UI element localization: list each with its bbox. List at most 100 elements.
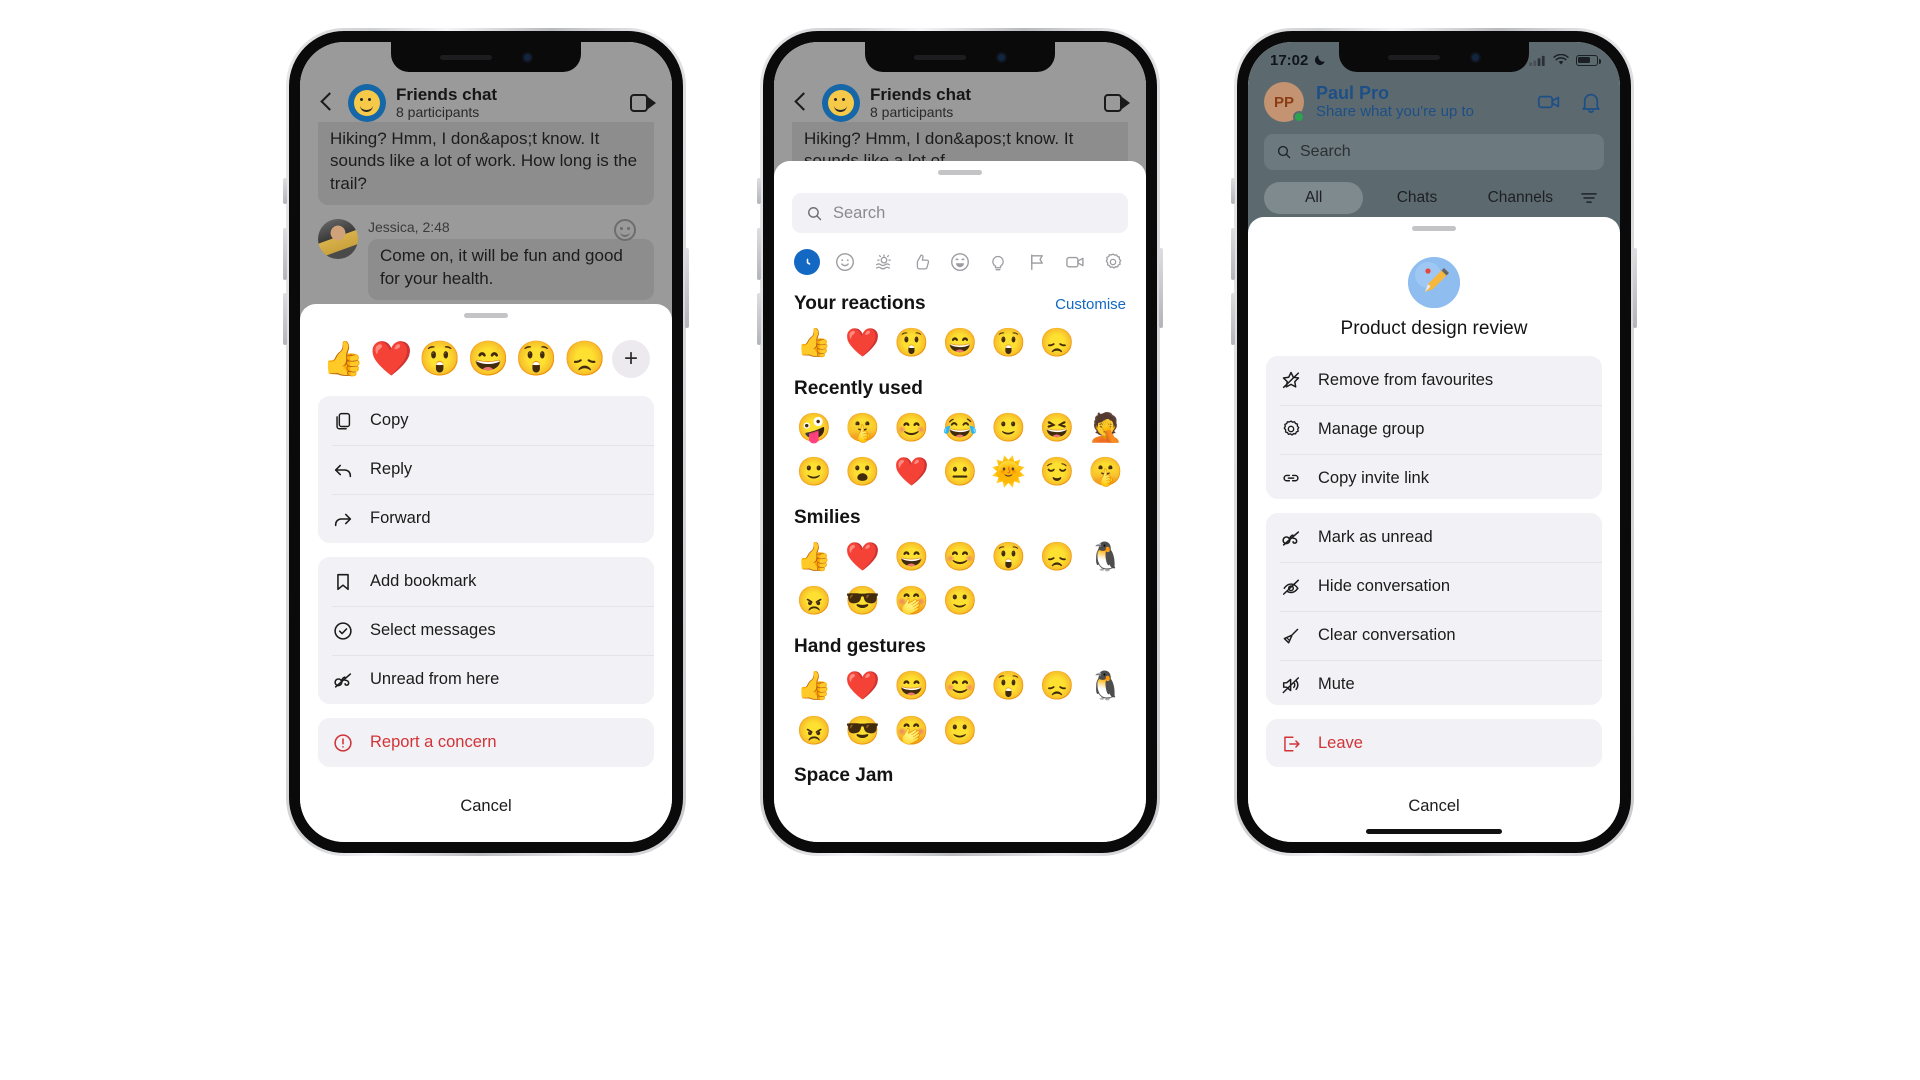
menu-item-remove-from-favourites[interactable]: Remove from favourites: [1266, 355, 1602, 405]
emoji-cell[interactable]: 👍: [790, 323, 839, 364]
emoji-cell[interactable]: 🤭: [887, 711, 936, 752]
emoji-cell[interactable]: ❤️: [839, 537, 888, 578]
emoji-cell[interactable]: 😠: [790, 711, 839, 752]
menu-item-add-bookmark[interactable]: Add bookmark: [318, 557, 654, 606]
menu-item-leave[interactable]: Leave: [1266, 719, 1602, 767]
emoji-cell[interactable]: 😎: [839, 581, 888, 622]
mute-switch[interactable]: [283, 178, 287, 204]
reaction-thumbs-up-icon[interactable]: 👍: [322, 342, 364, 376]
volume-up-button[interactable]: [283, 228, 287, 280]
emoji-cell[interactable]: 😊: [887, 408, 936, 449]
bell-icon[interactable]: [1578, 89, 1604, 115]
menu-item-clear-conversation[interactable]: Clear conversation: [1266, 611, 1602, 661]
emoji-cell[interactable]: 🤪: [790, 408, 839, 449]
emoji-cell[interactable]: 🙂: [790, 452, 839, 493]
filter-icon[interactable]: [1574, 188, 1604, 208]
category-video-camera-icon[interactable]: [1062, 249, 1088, 275]
menu-item-manage-group[interactable]: Manage group: [1266, 404, 1602, 454]
category-thumbs-up-icon[interactable]: [909, 249, 935, 275]
emoji-cell[interactable]: 👍: [790, 537, 839, 578]
emoji-cell[interactable]: 😊: [936, 537, 985, 578]
emoji-cell[interactable]: 😆: [1033, 408, 1082, 449]
emoji-cell[interactable]: 😞: [1033, 537, 1082, 578]
reaction-heart-icon[interactable]: ❤️: [370, 342, 412, 376]
emoji-cell[interactable]: 😄: [936, 323, 985, 364]
menu-item-select-messages[interactable]: Select messages: [318, 606, 654, 655]
add-reaction-button[interactable]: +: [611, 340, 650, 378]
category-nature-sunset-icon[interactable]: [871, 249, 897, 275]
power-button[interactable]: [1633, 248, 1637, 328]
menu-item-reply[interactable]: Reply: [318, 445, 654, 494]
customise-link[interactable]: Customise: [1055, 296, 1126, 313]
search-input[interactable]: Search: [1264, 134, 1604, 170]
menu-item-report-a-concern[interactable]: Report a concern: [318, 718, 654, 767]
emoji-cell[interactable]: 🐧: [1081, 537, 1130, 578]
reaction-shocked-icon[interactable]: 😲: [515, 342, 557, 376]
tab-chats[interactable]: Chats: [1367, 182, 1466, 214]
emoji-cell[interactable]: 😎: [839, 711, 888, 752]
menu-item-hide-conversation[interactable]: Hide conversation: [1266, 562, 1602, 612]
emoji-cell[interactable]: ❤️: [839, 666, 888, 707]
sheet-grabber[interactable]: [1412, 226, 1456, 231]
emoji-cell[interactable]: 😲: [887, 323, 936, 364]
chevron-left-icon[interactable]: [316, 92, 338, 114]
menu-item-mark-as-unread[interactable]: Mark as unread: [1266, 513, 1602, 563]
emoji-cell[interactable]: 👍: [790, 666, 839, 707]
emoji-cell[interactable]: 🙂: [984, 408, 1033, 449]
volume-down-button[interactable]: [1231, 293, 1235, 345]
emoji-cell[interactable]: 😲: [984, 323, 1033, 364]
category-flag-icon[interactable]: [1024, 249, 1050, 275]
volume-down-button[interactable]: [757, 293, 761, 345]
menu-item-copy[interactable]: Copy: [318, 396, 654, 445]
emoji-cell[interactable]: 😲: [984, 537, 1033, 578]
emoji-cell[interactable]: 🙂: [936, 581, 985, 622]
avatar[interactable]: PP: [1264, 82, 1305, 123]
mute-switch[interactable]: [1231, 178, 1235, 204]
reaction-surprised-icon[interactable]: 😲: [419, 342, 461, 376]
mute-switch[interactable]: [757, 178, 761, 204]
tab-all[interactable]: All: [1264, 182, 1364, 214]
emoji-cell[interactable]: 😞: [1033, 666, 1082, 707]
power-button[interactable]: [1159, 248, 1163, 328]
emoji-cell[interactable]: 🌞: [984, 452, 1033, 493]
emoji-cell[interactable]: 😂: [936, 408, 985, 449]
volume-up-button[interactable]: [757, 228, 761, 280]
emoji-cell[interactable]: 🤫: [839, 408, 888, 449]
menu-item-mute[interactable]: Mute: [1266, 660, 1602, 706]
emoji-cell[interactable]: 😲: [984, 666, 1033, 707]
emoji-cell[interactable]: 😄: [887, 666, 936, 707]
emoji-cell[interactable]: 🙂: [936, 711, 985, 752]
smiley-face-icon[interactable]: [614, 219, 636, 242]
search-input[interactable]: Search: [792, 193, 1128, 233]
emoji-cell[interactable]: 🤫: [1081, 452, 1130, 493]
emoji-cell[interactable]: 😐: [936, 452, 985, 493]
emoji-cell[interactable]: 😌: [1033, 452, 1082, 493]
category-grinning-face-icon[interactable]: [947, 249, 973, 275]
video-camera-icon[interactable]: [1536, 89, 1562, 115]
menu-item-forward[interactable]: Forward: [318, 494, 654, 543]
emoji-cell[interactable]: 😊: [936, 666, 985, 707]
cancel-button[interactable]: Cancel: [300, 781, 672, 842]
emoji-cell[interactable]: 🤭: [887, 581, 936, 622]
reaction-laugh-icon[interactable]: 😄: [467, 342, 509, 376]
video-camera-icon[interactable]: [630, 94, 656, 112]
category-recent-clock-icon[interactable]: [794, 249, 820, 275]
reaction-sad-icon[interactable]: 😞: [564, 342, 606, 376]
group-avatar[interactable]: [822, 84, 860, 122]
sheet-grabber[interactable]: [938, 170, 982, 175]
menu-item-unread-from-here[interactable]: Unread from here: [318, 655, 654, 704]
video-camera-icon[interactable]: [1104, 94, 1130, 112]
emoji-cell[interactable]: 🐧: [1081, 666, 1130, 707]
emoji-cell[interactable]: 😞: [1033, 323, 1082, 364]
tab-channels[interactable]: Channels: [1471, 182, 1570, 214]
volume-up-button[interactable]: [1231, 228, 1235, 280]
category-gear-icon[interactable]: [1100, 249, 1126, 275]
user-status[interactable]: Share what you're up to: [1316, 103, 1474, 121]
emoji-cell[interactable]: 🤦: [1081, 408, 1130, 449]
menu-item-copy-invite-link[interactable]: Copy invite link: [1266, 453, 1602, 500]
category-lightbulb-icon[interactable]: [985, 249, 1011, 275]
emoji-cell[interactable]: ❤️: [887, 452, 936, 493]
power-button[interactable]: [685, 248, 689, 328]
emoji-cell[interactable]: 😠: [790, 581, 839, 622]
emoji-cell[interactable]: 😄: [887, 537, 936, 578]
